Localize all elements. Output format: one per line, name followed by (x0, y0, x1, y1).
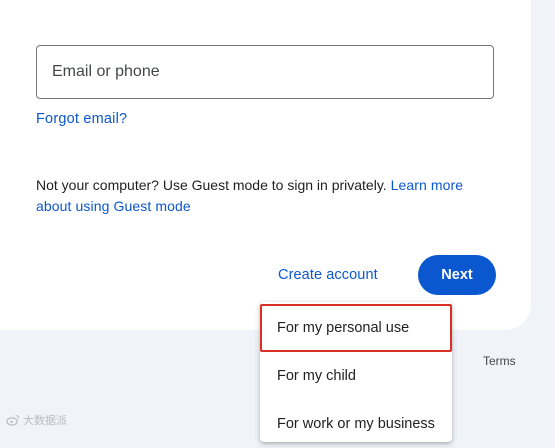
menu-item-personal-use[interactable]: For my personal use (260, 304, 452, 352)
sign-in-card: Forgot email? Not your computer? Use Gue… (0, 0, 531, 330)
watermark: 大数据派 (6, 412, 67, 428)
create-account-button[interactable]: Create account (262, 255, 394, 295)
menu-item-child[interactable]: For my child (260, 352, 452, 400)
menu-item-work-business[interactable]: For work or my business (260, 400, 452, 448)
guest-mode-text: Not your computer? Use Guest mode to sig… (36, 177, 391, 193)
weibo-icon (6, 414, 20, 426)
create-account-menu: For my personal use For my child For wor… (260, 302, 452, 442)
terms-link[interactable]: Terms (483, 354, 516, 368)
watermark-text: 大数据派 (23, 415, 67, 427)
email-field[interactable] (36, 45, 494, 99)
forgot-email-link[interactable]: Forgot email? (36, 111, 127, 127)
next-button[interactable]: Next (418, 255, 496, 295)
guest-mode-notice: Not your computer? Use Guest mode to sig… (36, 175, 496, 217)
